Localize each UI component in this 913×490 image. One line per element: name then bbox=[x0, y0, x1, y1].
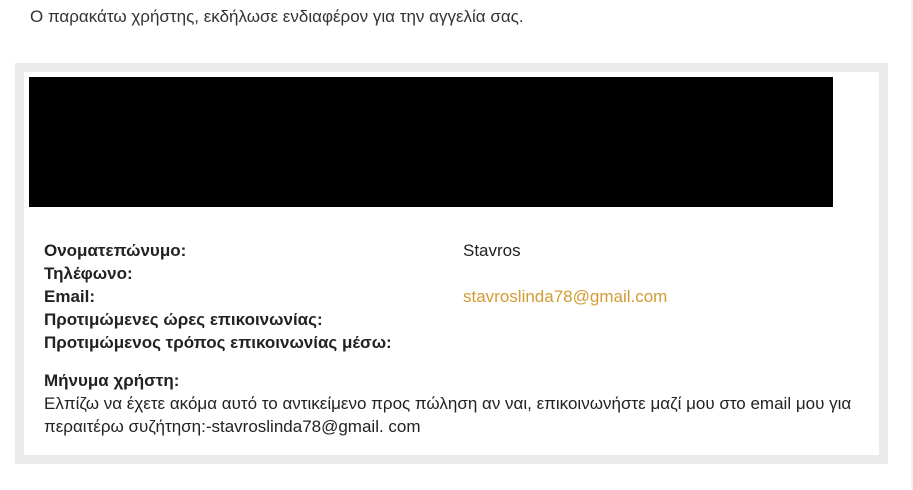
redacted-banner-image bbox=[29, 77, 833, 207]
message-body: Ελπίζω να έχετε ακόμα αυτό το αντικείμεν… bbox=[44, 394, 852, 436]
field-label-preferred-method: Προτιμώμενος τρόπος επικοινωνίας μέσω: bbox=[44, 333, 392, 352]
field-value-name: Stavros bbox=[463, 241, 521, 260]
message-label: Μήνυμα χρήστη: bbox=[44, 371, 180, 390]
intro-text: Ο παρακάτω χρήστης, εκδήλωσε ενδιαφέρον … bbox=[30, 7, 524, 26]
user-message: Μήνυμα χρήστη: Ελπίζω να έχετε ακόμα αυτ… bbox=[44, 369, 864, 438]
inquiry-card: Ονοματεπώνυμο: Stavros Τηλέφωνο: Email: … bbox=[15, 63, 888, 464]
field-label-preferred-hours: Προτιμώμενες ώρες επικοινωνίας: bbox=[44, 310, 323, 329]
field-label-email: Email: bbox=[44, 287, 96, 306]
field-label-phone: Τηλέφωνο: bbox=[44, 264, 133, 283]
field-label-name: Ονοματεπώνυμο: bbox=[44, 241, 187, 260]
inquiry-card-body: Ονοματεπώνυμο: Stavros Τηλέφωνο: Email: … bbox=[24, 72, 879, 455]
email-link[interactable]: stavroslinda78@gmail.com bbox=[463, 285, 667, 308]
